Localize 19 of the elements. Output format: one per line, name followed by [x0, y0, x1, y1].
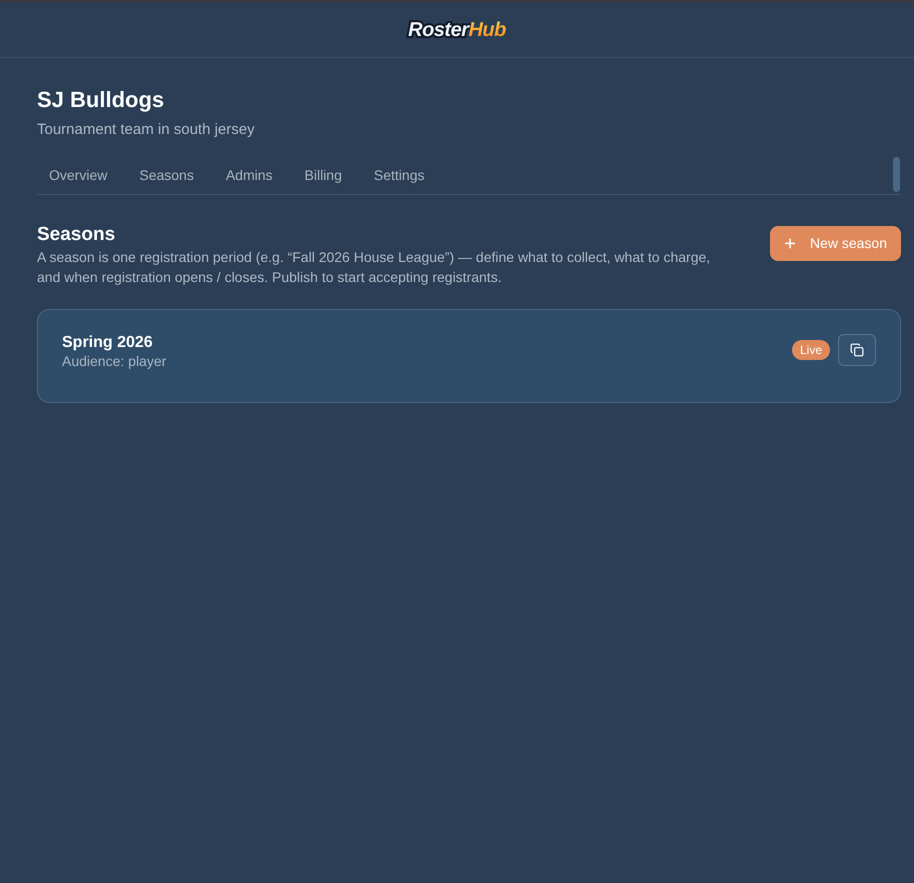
season-name: Spring 2026	[62, 334, 153, 352]
tab[interactable]: Admins	[214, 156, 285, 194]
plus-icon: +	[784, 234, 796, 254]
season-audience: Audience: player	[62, 352, 166, 370]
new-season-button[interactable]: + New season	[770, 226, 901, 261]
tab[interactable]: Seasons	[127, 156, 206, 194]
team-description: Tournament team in south jersey	[37, 120, 255, 140]
status-badge: Live	[792, 340, 830, 360]
copy-icon	[850, 343, 864, 357]
tab[interactable]: Billing	[292, 156, 354, 194]
section-title: Seasons	[37, 223, 116, 247]
duplicate-button[interactable]	[838, 334, 876, 366]
scrollbar-thumb[interactable]	[893, 157, 900, 192]
section-description: A season is one registration period (e.g. “Fall 2026 House League”) — define what to collect, what to charge, and when registration opens / closes. Publish to start accepting registrants.	[37, 248, 712, 287]
tab[interactable]: Settings	[362, 156, 436, 194]
team-name: SJ Bulldogs	[37, 86, 164, 114]
tab[interactable]: Overview	[37, 156, 120, 194]
season-card[interactable]: Spring 2026 Audience: player Live	[37, 309, 901, 403]
logo[interactable]: RosterHub	[408, 14, 506, 44]
